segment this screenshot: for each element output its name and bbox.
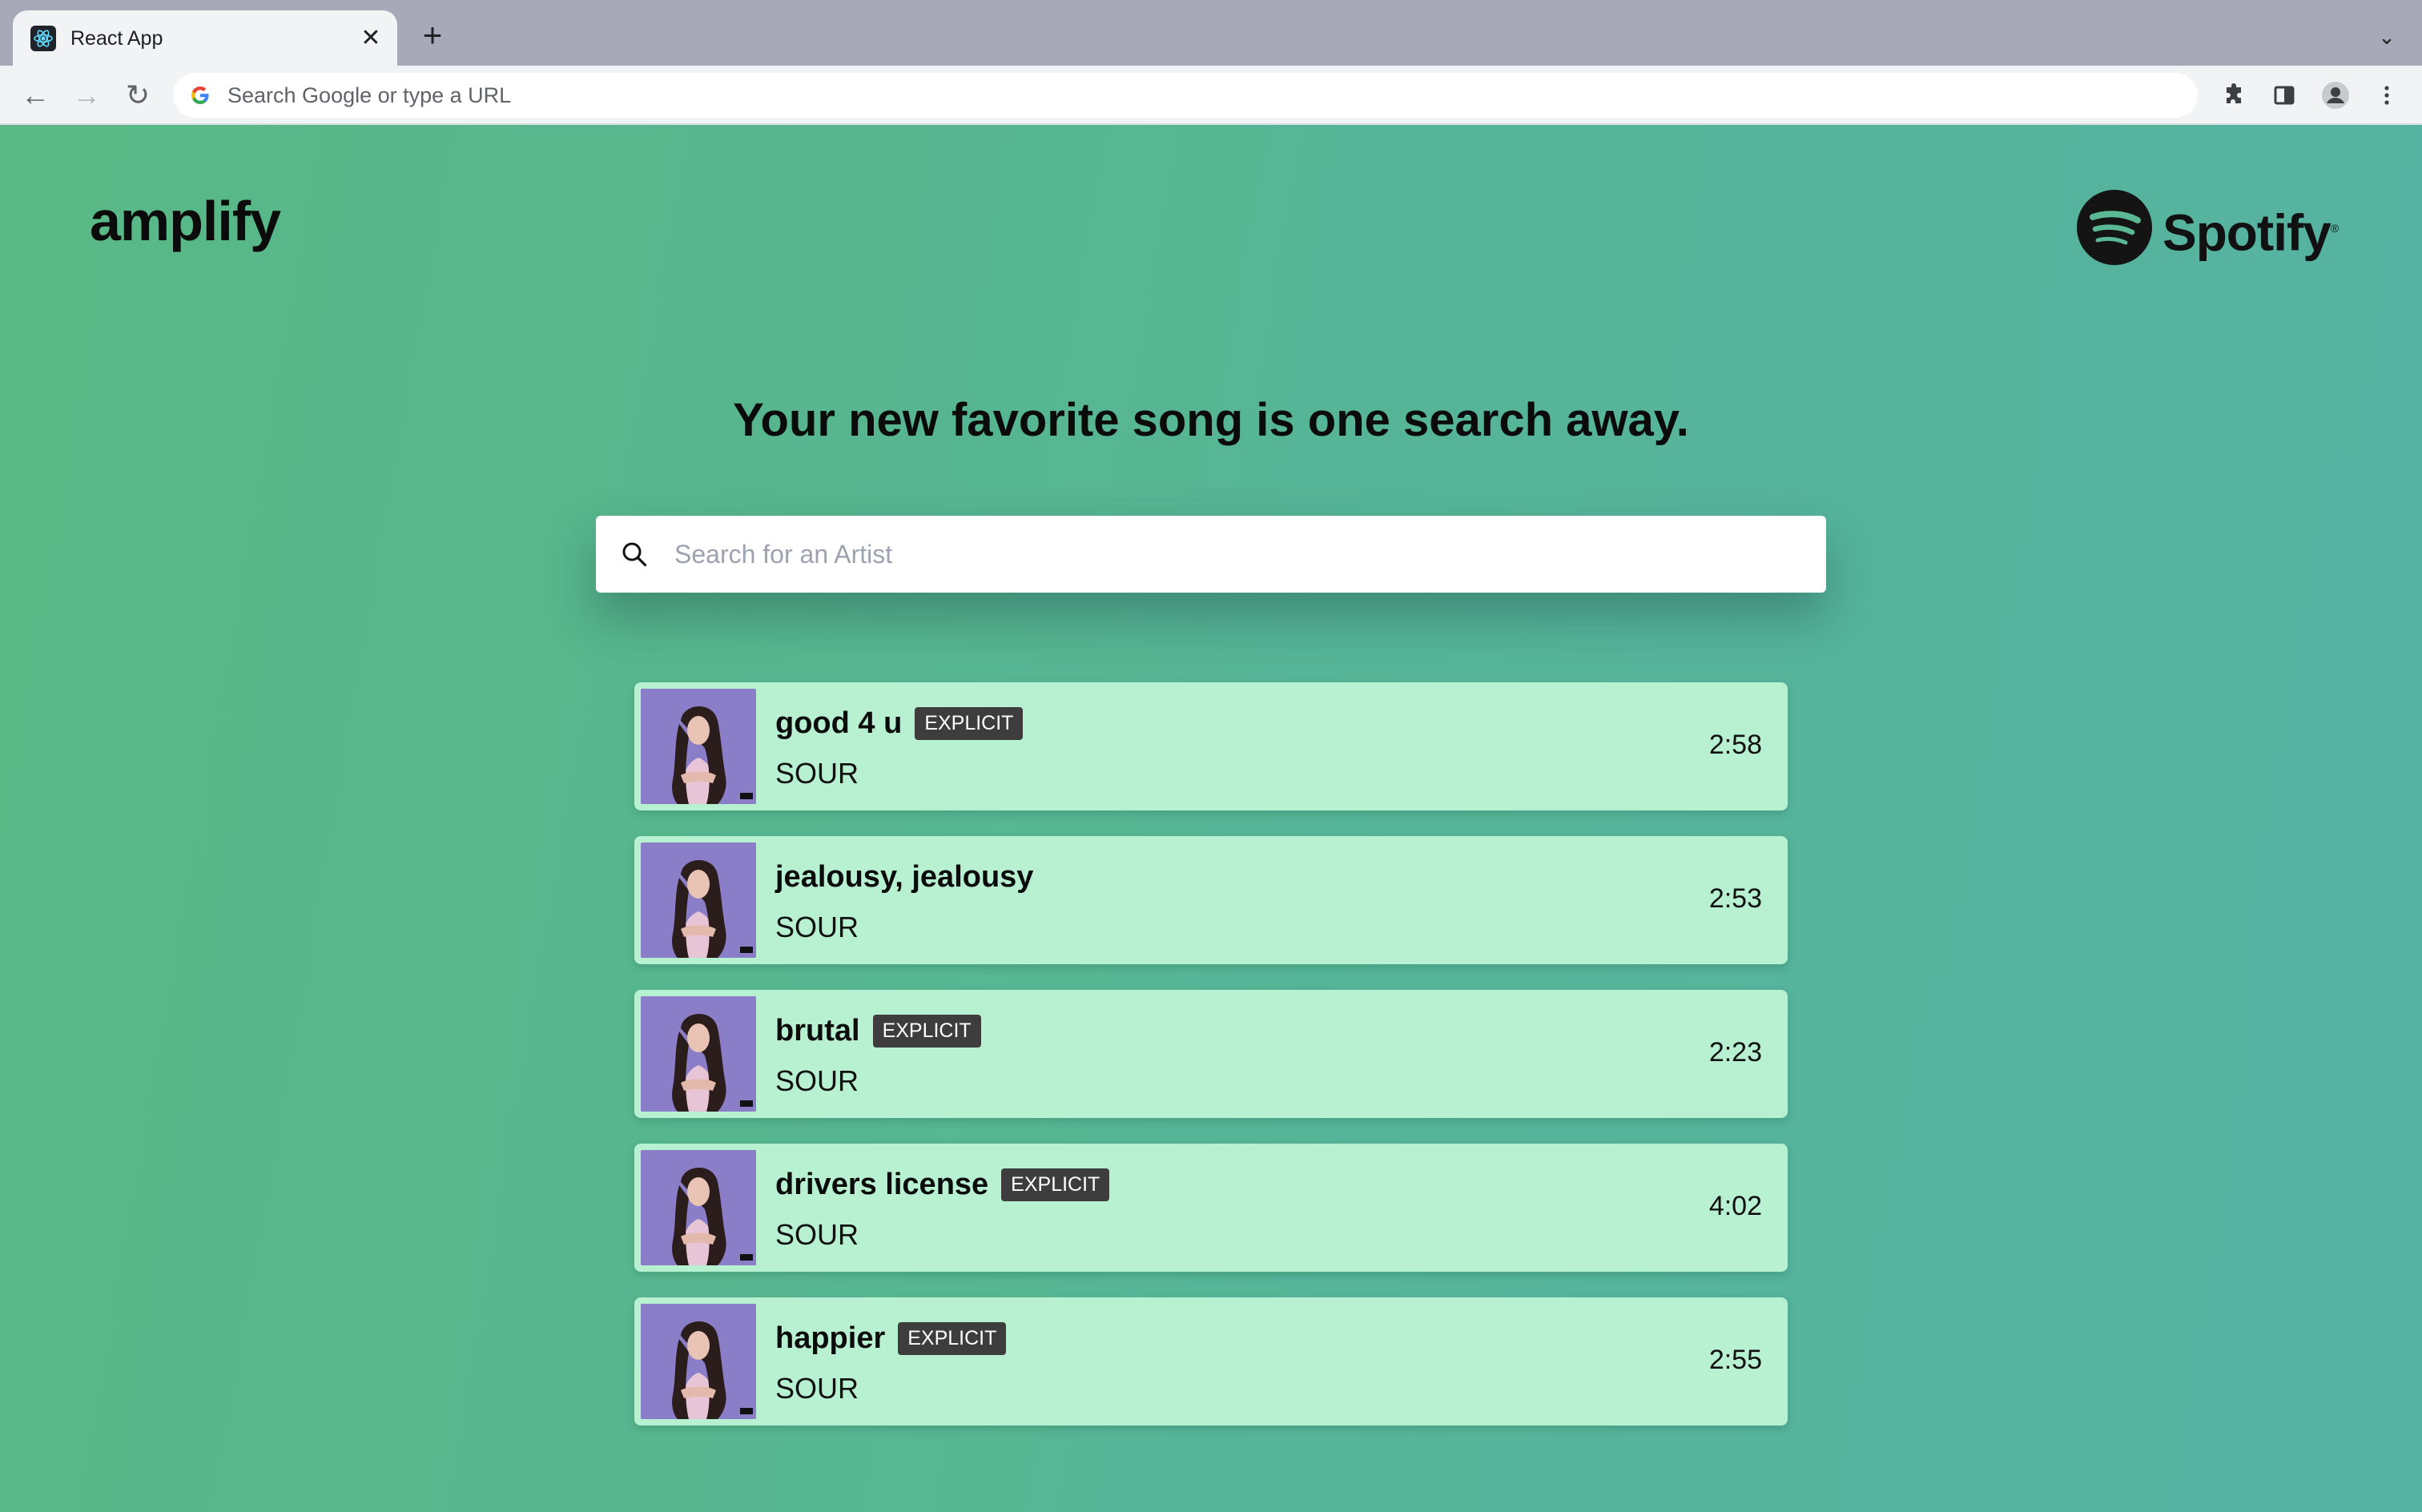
track-title: jealousy, jealousy (775, 860, 1034, 894)
app-page: amplify Spotify® Your new favorite song … (0, 125, 2422, 1512)
track-album: SOUR (775, 757, 859, 790)
track-album: SOUR (775, 1064, 859, 1097)
react-icon (30, 26, 56, 51)
album-cover (641, 1304, 756, 1419)
registered-mark: ® (2330, 222, 2339, 235)
track-album: SOUR (775, 1372, 859, 1405)
side-panel-icon[interactable] (2268, 79, 2300, 111)
track-duration: 2:55 (1708, 1345, 1762, 1375)
browser-toolbar: ← → ↻ (0, 66, 2422, 125)
track-duration: 4:02 (1708, 1191, 1762, 1221)
close-icon[interactable]: ✕ (357, 25, 384, 52)
album-cover (641, 689, 756, 804)
track-album: SOUR (775, 1218, 859, 1251)
explicit-badge: EXPLICIT (872, 1014, 981, 1048)
track-title-row: brutal EXPLICIT (775, 1011, 981, 1051)
track-row[interactable]: jealousy, jealousy SOUR 2:53 (634, 836, 1788, 964)
artist-search-box[interactable] (596, 516, 1826, 593)
spotify-wordmark: Spotify® (2162, 203, 2339, 262)
track-row[interactable]: drivers license EXPLICIT SOUR 4:02 (634, 1144, 1788, 1272)
track-list: good 4 u EXPLICIT SOUR 2:58 jealousy, jealou… (634, 682, 1788, 1451)
profile-icon[interactable] (2319, 79, 2352, 111)
hero-headline: Your new favorite song is one search awa… (733, 394, 1689, 446)
track-title: drivers license (775, 1168, 989, 1201)
brand-logo: amplify (90, 190, 281, 252)
search-input[interactable] (673, 532, 1794, 577)
browser-tab-strip: React App ✕ + ⌄ (0, 0, 2422, 66)
track-title-row: jealousy, jealousy (775, 857, 1033, 897)
google-icon (189, 84, 211, 107)
track-duration: 2:58 (1708, 730, 1762, 760)
track-row[interactable]: good 4 u EXPLICIT SOUR 2:58 (634, 682, 1788, 810)
tab-search-chevron-icon[interactable]: ⌄ (2371, 21, 2403, 53)
explicit-badge: EXPLICIT (915, 706, 1024, 740)
track-duration: 2:23 (1708, 1037, 1762, 1068)
omnibox-input[interactable] (227, 83, 2150, 107)
track-row[interactable]: happier EXPLICIT SOUR 2:55 (634, 1297, 1788, 1426)
reload-button[interactable]: ↻ (120, 78, 155, 113)
new-tab-button[interactable]: + (416, 18, 449, 52)
explicit-badge: EXPLICIT (898, 1321, 1007, 1355)
track-title: happier (775, 1321, 886, 1355)
track-title-row: drivers license EXPLICIT (775, 1164, 1110, 1204)
track-duration: 2:53 (1708, 883, 1762, 914)
track-row[interactable]: brutal EXPLICIT SOUR 2:23 (634, 990, 1788, 1118)
spotify-logo: Spotify® (2076, 189, 2339, 269)
back-button[interactable]: ← (18, 78, 53, 113)
track-title-row: happier EXPLICIT (775, 1318, 1007, 1358)
track-title: good 4 u (775, 706, 903, 740)
track-title: brutal (775, 1014, 860, 1048)
album-cover (641, 842, 756, 958)
explicit-badge: EXPLICIT (1001, 1168, 1110, 1201)
tab-title: React App (70, 27, 163, 50)
menu-icon[interactable] (2371, 79, 2403, 111)
track-title-row: good 4 u EXPLICIT (775, 703, 1024, 743)
extensions-icon[interactable] (2217, 79, 2249, 111)
search-icon (620, 540, 649, 569)
album-cover (641, 1150, 756, 1265)
browser-tab[interactable]: React App ✕ (13, 10, 397, 66)
track-album: SOUR (775, 911, 859, 943)
album-cover (641, 996, 756, 1112)
address-bar[interactable] (173, 73, 2198, 118)
forward-button[interactable]: → (69, 78, 104, 113)
spotify-icon (2076, 189, 2153, 266)
